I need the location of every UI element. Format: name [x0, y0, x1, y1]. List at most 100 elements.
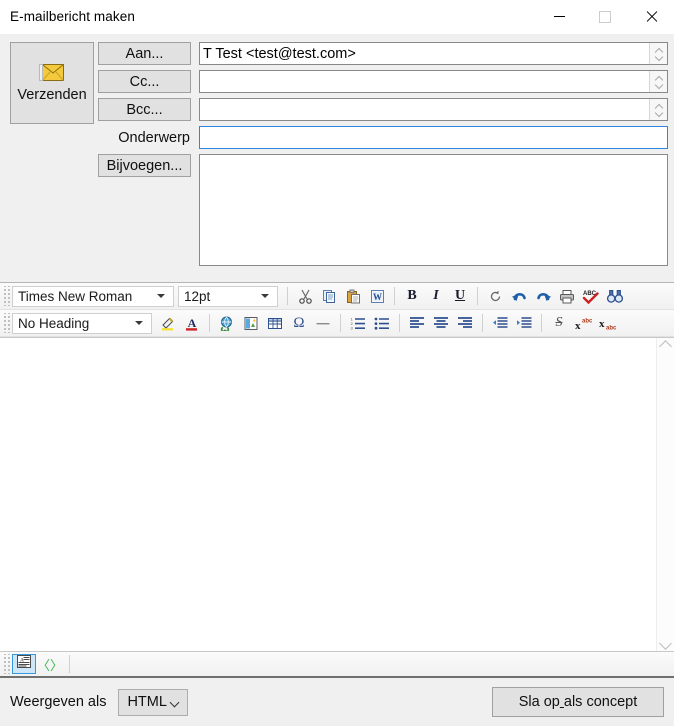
minimize-button[interactable] — [536, 1, 582, 33]
cut-icon — [298, 289, 313, 304]
display-as-label: Weergeven als — [10, 694, 107, 710]
spellcheck-button[interactable]: ABC — [579, 285, 603, 307]
copy-button[interactable] — [317, 285, 341, 307]
italic-button[interactable]: I — [424, 285, 448, 307]
paste-button[interactable] — [341, 285, 365, 307]
align-left-button[interactable] — [405, 312, 429, 334]
bcc-input-wrap — [199, 98, 668, 121]
chevron-down-icon — [655, 110, 663, 115]
bold-icon: B — [407, 288, 417, 303]
maximize-button[interactable] — [582, 1, 628, 33]
message-body-editor[interactable] — [0, 338, 656, 651]
subject-input-wrap — [199, 126, 668, 149]
field-row-subject: Onderwerp — [98, 126, 668, 149]
subject-input[interactable] — [200, 127, 667, 148]
print-icon — [559, 289, 575, 304]
print-button[interactable] — [555, 285, 579, 307]
to-button[interactable]: Aan... — [98, 42, 191, 65]
font-size-dropdown[interactable]: 12pt — [178, 285, 278, 307]
attachments-list[interactable] — [199, 154, 668, 266]
close-icon — [645, 11, 657, 23]
toolbar-separator — [209, 314, 210, 332]
align-right-button[interactable] — [453, 312, 477, 334]
chevron-down-icon — [261, 294, 269, 298]
insert-link-button[interactable] — [215, 312, 239, 334]
send-button[interactable]: Verzenden — [10, 42, 94, 124]
font-color-button[interactable]: A — [180, 312, 204, 334]
insert-image-button[interactable] — [239, 312, 263, 334]
toolbar-grip-icon[interactable] — [2, 654, 10, 674]
editor-vertical-scrollbar[interactable] — [656, 338, 674, 651]
decrease-indent-button[interactable] — [488, 312, 512, 334]
wysiwyg-view-toggle[interactable]: A — [12, 654, 36, 674]
redo-icon — [535, 289, 552, 304]
to-input[interactable] — [200, 43, 649, 64]
compose-header: Verzenden Aan... Cc... — [0, 34, 674, 282]
chevron-down-icon — [135, 321, 143, 325]
bcc-input[interactable] — [200, 99, 649, 120]
toolbar-grip-icon[interactable] — [2, 286, 10, 306]
numbered-list-button[interactable]: 1 2 3 — [346, 312, 370, 334]
cc-button[interactable]: Cc... — [98, 70, 191, 93]
align-center-button[interactable] — [429, 312, 453, 334]
toolbar-grip-icon[interactable] — [2, 313, 10, 333]
toolbar-separator — [287, 287, 288, 305]
close-button[interactable] — [628, 1, 674, 33]
editor-area — [0, 337, 674, 651]
format-dropdown[interactable]: HTML — [118, 688, 189, 716]
cc-spinner[interactable] — [649, 71, 667, 92]
field-row-bcc: Bcc... — [98, 98, 668, 121]
field-row-cc: Cc... — [98, 70, 668, 93]
horizontal-rule-button[interactable] — [311, 312, 335, 334]
toolbar-separator — [340, 314, 341, 332]
highlight-color-button[interactable] — [156, 312, 180, 334]
remove-format-button[interactable] — [483, 285, 507, 307]
svg-text:abc: abc — [582, 318, 592, 324]
remove-format-icon — [488, 289, 503, 304]
scroll-up-icon[interactable] — [659, 342, 672, 350]
bulleted-list-icon — [374, 316, 390, 330]
field-row-attachments: Bijvoegen... — [98, 154, 668, 282]
minimize-icon — [553, 16, 565, 17]
bold-button[interactable]: B — [400, 285, 424, 307]
font-color-icon: A — [184, 316, 200, 331]
save-draft-button[interactable]: Sla op als concept — [492, 687, 664, 717]
find-button[interactable] — [603, 285, 627, 307]
svg-text:abc: abc — [606, 325, 616, 331]
strikethrough-button[interactable]: S — [547, 312, 571, 334]
source-code-icon: 〈〉 — [37, 657, 64, 673]
envelope-icon — [39, 63, 65, 81]
attach-button[interactable]: Bijvoegen... — [98, 154, 191, 177]
paste-from-word-button[interactable]: W — [365, 285, 389, 307]
subscript-button[interactable]: x abc — [595, 312, 619, 334]
cc-input[interactable] — [200, 71, 649, 92]
send-button-label: Verzenden — [17, 86, 87, 103]
font-family-dropdown[interactable]: Times New Roman — [12, 285, 174, 307]
underline-button[interactable]: U — [448, 285, 472, 307]
special-character-button[interactable]: Ω — [287, 312, 311, 334]
increase-indent-button[interactable] — [512, 312, 536, 334]
to-spinner[interactable] — [649, 43, 667, 64]
superscript-button[interactable]: x abc — [571, 312, 595, 334]
to-input-wrap — [199, 42, 668, 65]
insert-image-icon — [243, 316, 259, 331]
font-family-value: Times New Roman — [18, 288, 133, 304]
subject-label: Onderwerp — [118, 129, 190, 146]
chevron-down-icon — [655, 54, 663, 59]
numbered-list-icon: 1 2 3 — [350, 316, 366, 330]
svg-text:x: x — [575, 320, 581, 331]
window-title: E-mailbericht maken — [10, 9, 135, 24]
insert-table-button[interactable] — [263, 312, 287, 334]
bcc-button[interactable]: Bcc... — [98, 98, 191, 121]
scroll-down-icon[interactable] — [659, 639, 672, 647]
svg-text:x: x — [599, 318, 605, 330]
redo-button[interactable] — [531, 285, 555, 307]
heading-dropdown[interactable]: No Heading — [12, 312, 152, 334]
toolbar-separator — [541, 314, 542, 332]
bcc-spinner[interactable] — [649, 99, 667, 120]
undo-button[interactable] — [507, 285, 531, 307]
source-view-toggle[interactable]: 〈〉 — [37, 654, 64, 674]
cut-button[interactable] — [293, 285, 317, 307]
svg-text:A: A — [188, 316, 197, 330]
bulleted-list-button[interactable] — [370, 312, 394, 334]
